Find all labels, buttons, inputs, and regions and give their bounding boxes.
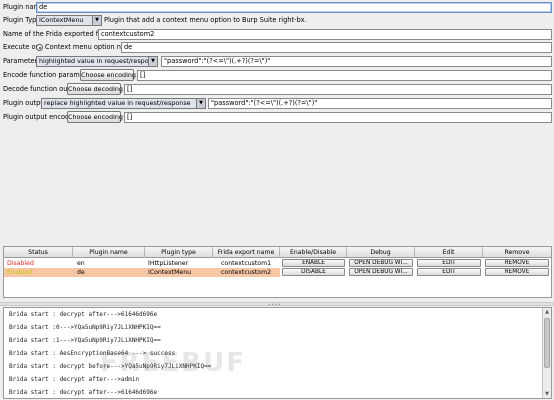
plugin-name-cell: en bbox=[77, 260, 85, 267]
disable-button[interactable]: DISABLE bbox=[282, 268, 345, 276]
remove-button[interactable]: REMOVE bbox=[485, 268, 549, 276]
status-cell: Enabled bbox=[7, 269, 33, 276]
freebuf-watermark: FREEBUF bbox=[100, 348, 246, 378]
parameters-regex-input[interactable]: "password":"(?<=\")(.+?)(?=\")" bbox=[161, 56, 552, 67]
export-name-cell: contextcustom2 bbox=[221, 269, 272, 276]
encode-params-value: [] bbox=[137, 70, 552, 81]
console-output[interactable]: Brida start : decrypt after--->61646d696… bbox=[3, 307, 552, 399]
choose-output-encoding-button[interactable]: Choose encoding bbox=[67, 111, 123, 123]
plugin-type-value: IContextMenu bbox=[39, 16, 84, 24]
drag-grip-icon: •••• bbox=[268, 302, 282, 307]
export-name-cell: contextcustom1 bbox=[221, 260, 272, 267]
plugin-output-value: replace highlighted value in request/res… bbox=[44, 99, 191, 107]
console-line: Brida start :1--->YQa5uNp9Riy7JLiXNHPKIQ… bbox=[9, 337, 161, 344]
header-debug[interactable]: Debug bbox=[347, 247, 415, 258]
frida-function-input[interactable]: contextcustom2 bbox=[98, 29, 552, 40]
chevron-down-icon: ▼ bbox=[148, 57, 157, 66]
choose-decoding-button[interactable]: Choose decoding bbox=[67, 83, 123, 95]
choose-encoding-button[interactable]: Choose encoding bbox=[80, 69, 136, 81]
plugin-name-input[interactable]: de bbox=[36, 2, 552, 13]
console-line: Brida start :0--->YQa5uNp9Riy7JLiXNHPKIQ… bbox=[9, 324, 161, 331]
plugin-type-description: Plugin that add a context menu option to… bbox=[104, 16, 307, 24]
decode-output-value: [] bbox=[124, 84, 552, 95]
table-row[interactable]: Enabled de IContextMenu contextcustom2 D… bbox=[4, 268, 551, 277]
header-plugin-type[interactable]: Plugin type bbox=[145, 247, 213, 258]
plugin-type-cell: IHttpListener bbox=[148, 260, 189, 267]
enable-button[interactable]: ENABLE bbox=[282, 259, 345, 267]
console-line: Brida start : decrypt after--->61646d696… bbox=[9, 311, 158, 318]
chevron-down-icon: ▼ bbox=[92, 16, 101, 25]
edit-button[interactable]: EDIT bbox=[417, 259, 481, 267]
context-menu-option-input[interactable]: de bbox=[121, 42, 552, 53]
parameters-value: highlighted value in request/response bbox=[39, 57, 158, 65]
plugin-output-regex-input[interactable]: "password":"(?<=\")(.+?)(?=\")" bbox=[208, 98, 552, 109]
edit-button[interactable]: EDIT bbox=[417, 268, 481, 276]
plugin-type-cell: IContextMenu bbox=[148, 269, 192, 276]
output-encoding-value: [] bbox=[124, 112, 552, 123]
scroll-down-icon[interactable]: ▼ bbox=[543, 390, 551, 398]
header-status[interactable]: Status bbox=[4, 247, 73, 258]
plugin-name-cell: de bbox=[77, 269, 85, 276]
console-scrollbar[interactable]: ▲ ▼ bbox=[542, 308, 551, 398]
plugins-table: Status Plugin name Plugin type Frida exp… bbox=[3, 246, 552, 298]
header-edit[interactable]: Edit bbox=[415, 247, 483, 258]
context-menu-radio[interactable] bbox=[36, 44, 43, 51]
header-remove[interactable]: Remove bbox=[483, 247, 551, 258]
open-debug-button[interactable]: OPEN DEBUG WI... bbox=[349, 259, 413, 267]
header-frida-export[interactable]: Frida export name bbox=[213, 247, 280, 258]
plugin-type-select[interactable]: IContextMenu ▼ bbox=[36, 15, 102, 26]
plugin-output-select[interactable]: replace highlighted value in request/res… bbox=[41, 98, 206, 109]
open-debug-button[interactable]: OPEN DEBUG WI... bbox=[349, 268, 413, 276]
chevron-down-icon: ▼ bbox=[196, 99, 205, 108]
scrollbar-thumb[interactable] bbox=[544, 318, 550, 368]
split-pane-divider[interactable]: •••• bbox=[0, 302, 554, 307]
header-enable-disable[interactable]: Enable/Disable bbox=[280, 247, 347, 258]
console-line: Brida start : decrypt after--->61646d696… bbox=[9, 389, 158, 396]
header-plugin-name[interactable]: Plugin name bbox=[73, 247, 145, 258]
table-header: Status Plugin name Plugin type Frida exp… bbox=[4, 247, 551, 258]
table-row[interactable]: Disabled en IHttpListener contextcustom1… bbox=[4, 259, 551, 268]
status-cell: Disabled bbox=[7, 260, 34, 267]
scroll-up-icon[interactable]: ▲ bbox=[543, 308, 551, 316]
plugin-type-label: Plugin Type bbox=[3, 16, 41, 24]
parameters-select[interactable]: highlighted value in request/response ▼ bbox=[36, 56, 158, 67]
remove-button[interactable]: REMOVE bbox=[485, 259, 549, 267]
